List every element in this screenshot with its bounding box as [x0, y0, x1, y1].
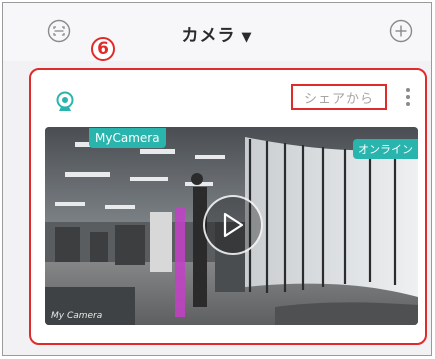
app-screen: カメラ ▼ 6 シェアから MyCamera オンライン My Camera	[2, 2, 432, 356]
page-title[interactable]: カメラ ▼	[3, 21, 431, 46]
camera-preview[interactable]: MyCamera オンライン My Camera	[45, 127, 418, 325]
top-bar: カメラ ▼	[3, 3, 431, 61]
shared-from-label: シェアから	[291, 84, 387, 110]
page-title-text: カメラ	[181, 26, 236, 46]
more-vertical-icon[interactable]	[401, 84, 415, 110]
camera-watermark: My Camera	[51, 311, 103, 321]
play-icon	[223, 212, 244, 238]
callout-number: 6	[91, 37, 115, 61]
camera-name-badge: MyCamera	[89, 128, 166, 148]
dropdown-caret-icon: ▼	[241, 30, 253, 45]
play-button[interactable]	[203, 195, 263, 255]
online-status-badge: オンライン	[353, 139, 418, 159]
camera-card[interactable]: シェアから MyCamera オンライン My Camera	[29, 68, 427, 345]
camera-icon	[54, 91, 76, 113]
add-circle-icon[interactable]	[388, 18, 414, 44]
